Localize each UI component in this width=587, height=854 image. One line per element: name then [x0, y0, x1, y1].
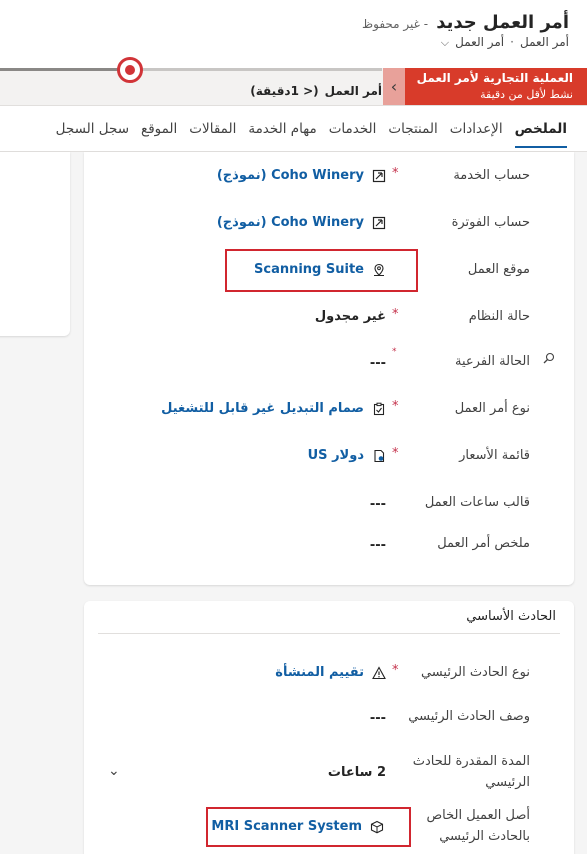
form-header: أمر العمل جديد - غير محفوظ أمر العمل·أمر…: [0, 0, 587, 68]
estimated-duration-value[interactable]: 2 ساعات: [328, 765, 386, 780]
field-label: نوع أمر العمل: [454, 401, 530, 416]
account-icon: [372, 216, 386, 230]
flyout-title: العملية التجارية لأمر العمل: [416, 71, 573, 85]
tab-record-log[interactable]: سجل السجل: [56, 106, 129, 151]
account-icon: [372, 169, 386, 183]
unsaved-indicator: - غير محفوظ: [362, 17, 429, 31]
chevron-left-icon[interactable]: ‹: [383, 68, 405, 105]
field-work-order-type: نوع أمر العمل * صمام التبديل غير قابل لل…: [84, 397, 574, 423]
required-marker: *: [392, 399, 399, 414]
warning-triangle-icon: [372, 665, 386, 680]
required-marker: *: [392, 446, 399, 461]
field-label: قائمة الأسعار: [459, 448, 530, 463]
field-label: حساب الخدمة: [453, 168, 530, 183]
field-label: الحالة الفرعية: [455, 354, 530, 369]
page-title: أمر العمل جديد: [436, 12, 569, 33]
price-list-icon: [372, 449, 386, 463]
tab-summary[interactable]: الملخص: [514, 106, 568, 151]
field-label: حساب الفوترة: [451, 215, 530, 230]
flyout-subtitle: نشط لأقل من دقيقة: [480, 88, 573, 101]
title-line: أمر العمل جديد - غير محفوظ: [362, 12, 569, 33]
tab-location[interactable]: الموقع: [141, 106, 177, 151]
form-selector[interactable]: أمر العمل: [455, 35, 504, 49]
summary-card: حساب الخدمة * Coho Winery (نموذج) حساب ا…: [84, 152, 574, 585]
tab-products[interactable]: المنتجات: [388, 106, 437, 151]
price-list-value[interactable]: دولار US: [308, 448, 386, 463]
system-status-value[interactable]: غير مجدول: [315, 309, 386, 324]
stage-label[interactable]: أمر العمل (< 1دقيقة): [250, 84, 382, 98]
progress-line-done: [0, 68, 122, 71]
field-time-template: قالب ساعات العمل ---: [84, 491, 574, 517]
incident-type-value[interactable]: تقييم المنشأة: [275, 665, 386, 680]
stage-duration: (< 1دقيقة): [250, 84, 319, 98]
time-template-value[interactable]: ---: [370, 497, 386, 512]
field-price-list: قائمة الأسعار * دولار US: [84, 444, 574, 470]
stage-name: أمر العمل: [324, 84, 382, 98]
field-service-account: حساب الخدمة * Coho Winery (نموذج): [84, 164, 574, 190]
field-label: قالب ساعات العمل: [424, 495, 530, 510]
work-order-type-value[interactable]: صمام التبديل غير قابل للتشغيل: [161, 401, 386, 416]
substatus-value[interactable]: ---: [370, 356, 386, 371]
service-account-value[interactable]: Coho Winery (نموذج): [217, 168, 386, 183]
entity-name: أمر العمل: [519, 35, 569, 49]
business-process-bar: أمر العمل (< 1دقيقة) ‹ العملية التجارية ل…: [0, 57, 587, 106]
entity-line: أمر العمل · أمر العمل ⌵: [441, 35, 569, 50]
field-substatus: الحالة الفرعية * ---: [84, 347, 574, 376]
highlight-box-location: [225, 249, 418, 292]
search-icon[interactable]: [542, 351, 556, 365]
chevron-down-icon[interactable]: ⌵: [441, 36, 449, 49]
field-label: وصف الحادث الرئيسي: [408, 709, 530, 724]
highlight-box-asset: [206, 807, 411, 847]
active-stage-marker[interactable]: [117, 57, 143, 83]
side-panel-card: [0, 152, 70, 336]
required-marker: *: [392, 307, 399, 322]
section-title: الحادث الأساسي: [466, 609, 556, 624]
tab-articles[interactable]: المقالات: [189, 106, 236, 151]
field-work-order-summary: ملخص أمر العمل ---: [84, 532, 574, 558]
required-marker: *: [392, 347, 397, 357]
clipboard-icon: [372, 402, 386, 416]
bpf-flyout[interactable]: ‹ العملية التجارية لأمر العمل نشط لأقل م…: [383, 68, 587, 105]
progress-line-pending: [138, 68, 382, 71]
work-order-summary-value[interactable]: ---: [370, 538, 386, 553]
primary-incident-card: الحادث الأساسي نوع الحادث الرئيسي * تقيي…: [84, 601, 574, 854]
field-label: أصل العميل الخاص بالحادث الرئيسي: [426, 808, 530, 844]
field-label: نوع الحادث الرئيسي: [420, 665, 530, 680]
field-estimated-duration: المدة المقدرة للحادث الرئيسي 2 ساعات ⌄: [84, 751, 574, 797]
required-marker: *: [392, 663, 399, 678]
field-label: موقع العمل: [467, 262, 530, 277]
chevron-down-icon[interactable]: ⌄: [108, 763, 120, 779]
field-incident-type: نوع الحادث الرئيسي * تقييم المنشأة: [84, 661, 574, 687]
field-billing-account: حساب الفوترة Coho Winery (نموذج): [84, 211, 574, 237]
tab-settings[interactable]: الإعدادات: [450, 106, 503, 151]
field-label: ملخص أمر العمل: [437, 536, 530, 551]
field-incident-description: وصف الحادث الرئيسي ---: [84, 705, 574, 731]
tab-services[interactable]: الخدمات: [329, 106, 377, 151]
incident-description-value[interactable]: ---: [370, 711, 386, 726]
section-divider: [98, 633, 560, 634]
field-label: حالة النظام: [468, 309, 530, 324]
tab-bar: الملخص الإعدادات المنتجات الخدمات مهام ا…: [0, 106, 587, 152]
field-label: المدة المقدرة للحادث الرئيسي: [412, 754, 530, 790]
billing-account-value[interactable]: Coho Winery (نموذج): [217, 215, 386, 230]
required-marker: *: [392, 166, 399, 181]
tab-service-tasks[interactable]: مهام الخدمة: [248, 106, 316, 151]
field-system-status: حالة النظام * غير مجدول: [84, 305, 574, 331]
separator-dot: ·: [510, 35, 514, 49]
